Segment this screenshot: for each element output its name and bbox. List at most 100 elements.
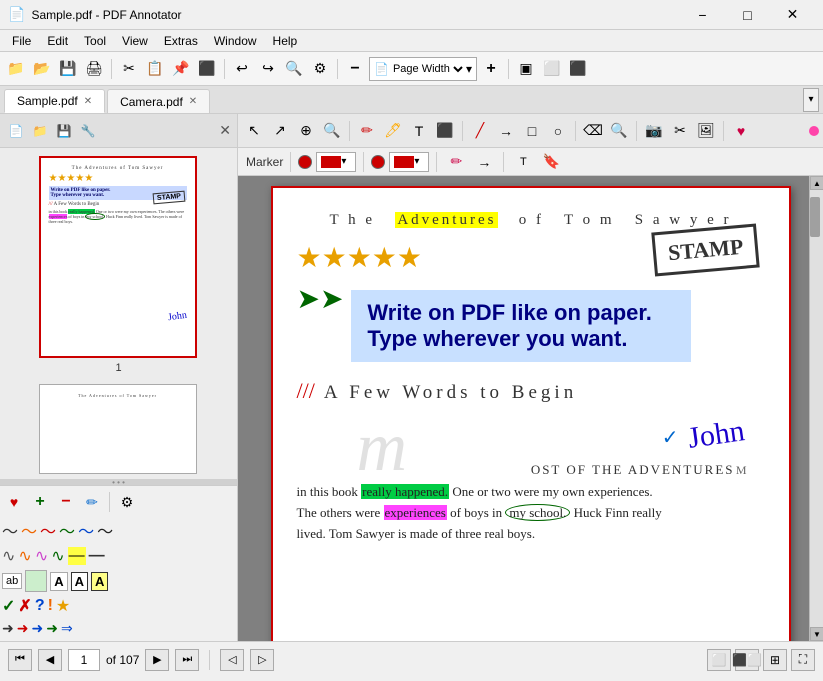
color-red-btn[interactable] [298, 155, 312, 169]
text-tool-rect[interactable] [25, 570, 47, 592]
ellipse-tool-btn[interactable]: ○ [546, 119, 570, 143]
save-btn[interactable]: 💾 [56, 57, 80, 81]
arrow-double[interactable]: ⇒ [61, 620, 73, 637]
zoom-out-btn[interactable]: − [343, 57, 367, 81]
rect-tool-btn[interactable]: □ [520, 119, 544, 143]
arrow-red[interactable]: ➜ [17, 620, 29, 637]
settings-btn[interactable]: ⚙ [308, 57, 332, 81]
select-tool-btn[interactable]: ↖ [242, 119, 266, 143]
red-x[interactable]: ✗ [18, 596, 31, 616]
line-dark[interactable]: — [89, 547, 105, 565]
line-tool-btn[interactable]: ╱ [468, 119, 492, 143]
scissors-btn[interactable]: ✂ [668, 119, 692, 143]
redo-btn[interactable]: ↪ [256, 57, 280, 81]
single-page-view-btn[interactable]: ⬜ [707, 649, 731, 671]
pen-style-btn[interactable]: ✏ [444, 150, 468, 174]
fullscreen-btn[interactable]: ⛶ [791, 649, 815, 671]
squiggle-black2[interactable]: 〜 [97, 518, 113, 542]
insert-img-btn[interactable]: 🖼 [694, 119, 718, 143]
line-color-btn[interactable] [371, 155, 385, 169]
cut-btn[interactable]: ✂ [117, 57, 141, 81]
zoom-in-btn[interactable]: + [479, 57, 503, 81]
stamp-tool-btn[interactable]: ⬛ [433, 119, 457, 143]
side-config-btn[interactable]: ⚙ [115, 490, 139, 514]
scan-btn[interactable]: ⬛ [195, 57, 219, 81]
label-tool-btn[interactable]: T [511, 150, 535, 174]
marker-color-selector[interactable]: ▾ [316, 152, 356, 172]
text-tool-A3[interactable]: A [91, 572, 108, 591]
squiggle-yellow[interactable]: — [68, 547, 86, 565]
print-btn[interactable]: 🖨 [82, 57, 106, 81]
text-tool-A2[interactable]: A [71, 572, 88, 591]
save-thumb-btn[interactable]: 💾 [54, 121, 74, 141]
text-tool-ab[interactable]: ab [2, 573, 22, 589]
search-pdf-btn[interactable]: 🔍 [607, 119, 631, 143]
zoom-selector[interactable]: 📄 Page Width Fit Page 100% ▾ [369, 57, 477, 81]
green-check[interactable]: ✓ [2, 596, 15, 616]
new-file-btn[interactable]: 📁 [4, 57, 28, 81]
camera-btn[interactable]: 📷 [642, 119, 666, 143]
open-thumb-btn[interactable]: 📁 [30, 121, 50, 141]
new-thumb-btn[interactable]: 📄 [6, 121, 26, 141]
open-btn[interactable]: 📂 [30, 57, 54, 81]
side-min-btn[interactable]: − [54, 490, 78, 514]
squiggle-curved4[interactable]: ∿ [51, 546, 64, 566]
side-fav-btn[interactable]: ♥ [2, 490, 26, 514]
tab-dropdown-btn[interactable]: ▾ [803, 88, 819, 112]
pdf-viewer[interactable]: T h e Adventures o f T o m S a w y e r ★… [238, 176, 823, 641]
menu-tool[interactable]: Tool [76, 32, 114, 50]
nav-prev-btn[interactable]: ◀ [38, 649, 62, 671]
write-box-annotation[interactable]: Write on PDF like on paper.Type wherever… [351, 290, 691, 362]
maximize-button[interactable]: □ [725, 0, 770, 30]
view1-btn[interactable]: ▣ [514, 57, 538, 81]
paste-btn[interactable]: 📌 [169, 57, 193, 81]
menu-edit[interactable]: Edit [39, 32, 76, 50]
undo-btn[interactable]: ↩ [230, 57, 254, 81]
highlighter-btn[interactable]: 🖊 [381, 119, 405, 143]
left-panel-close-btn[interactable]: ✕ [219, 122, 231, 139]
squiggle-curved3[interactable]: ∿ [35, 546, 48, 566]
arrow-style-btn[interactable]: → [472, 150, 496, 174]
nav-first-btn[interactable]: ⏮ [8, 649, 32, 671]
stamp-annotation[interactable]: STAMP [651, 223, 760, 276]
eraser-btn[interactable]: ⌫ [581, 119, 605, 143]
squiggle-black[interactable]: 〜 [2, 518, 18, 542]
copy-btn[interactable]: 📋 [143, 57, 167, 81]
text-tool-A1[interactable]: A [50, 572, 67, 591]
view2-btn[interactable]: ⬜ [540, 57, 564, 81]
rubber-stamp-btn[interactable]: 🔖 [539, 150, 563, 174]
circle-annotation[interactable]: my school. [505, 504, 570, 521]
scroll-up-btn[interactable]: ▲ [810, 176, 823, 190]
tab-close-sample[interactable]: ✕ [84, 96, 92, 107]
menu-extras[interactable]: Extras [156, 32, 206, 50]
squiggle-blue[interactable]: 〜 [78, 518, 94, 542]
thumbnail-panel[interactable]: The Adventures of Tom Sawyer ★★★★★ Write… [0, 148, 237, 479]
arrow-green[interactable]: ➜ [46, 620, 58, 637]
signature-annotation[interactable]: John [686, 414, 747, 456]
blue-question[interactable]: ? [35, 597, 45, 615]
magnify-btn[interactable]: 🔍 [320, 119, 344, 143]
back-btn[interactable]: ◁ [220, 649, 244, 671]
select2-btn[interactable]: ↗ [268, 119, 292, 143]
tab-camera-pdf[interactable]: Camera.pdf ✕ [107, 89, 210, 113]
tab-sample-pdf[interactable]: Sample.pdf ✕ [4, 89, 105, 113]
thumbnail-page-1[interactable]: The Adventures of Tom Sawyer ★★★★★ Write… [39, 156, 199, 374]
menu-file[interactable]: File [4, 32, 39, 50]
side-pen-btn[interactable]: ✏ [80, 490, 104, 514]
menu-help[interactable]: Help [265, 32, 306, 50]
heart-btn[interactable]: ♥ [729, 119, 753, 143]
find-btn[interactable]: 🔍 [282, 57, 306, 81]
arrow-black[interactable]: ➜ [2, 620, 14, 637]
grid-view-btn[interactable]: ⊞ [763, 649, 787, 671]
nav-last-btn[interactable]: ⏭ [175, 649, 199, 671]
arrow-tool-btn[interactable]: → [494, 119, 518, 143]
text-field-btn[interactable]: T [407, 119, 431, 143]
highlight-magenta-annotation[interactable]: experiences [384, 505, 447, 520]
yellow-star[interactable]: ★ [56, 596, 70, 616]
scroll-down-btn[interactable]: ▼ [810, 627, 823, 641]
settings-thumb-btn[interactable]: 🔧 [78, 121, 98, 141]
scroll-thumb[interactable] [810, 197, 820, 237]
zoom-dropdown[interactable]: Page Width Fit Page 100% [389, 62, 466, 76]
close-button[interactable]: ✕ [770, 0, 815, 30]
thumbnail-page-2[interactable]: The Adventures of Tom Sawyer [39, 378, 199, 474]
